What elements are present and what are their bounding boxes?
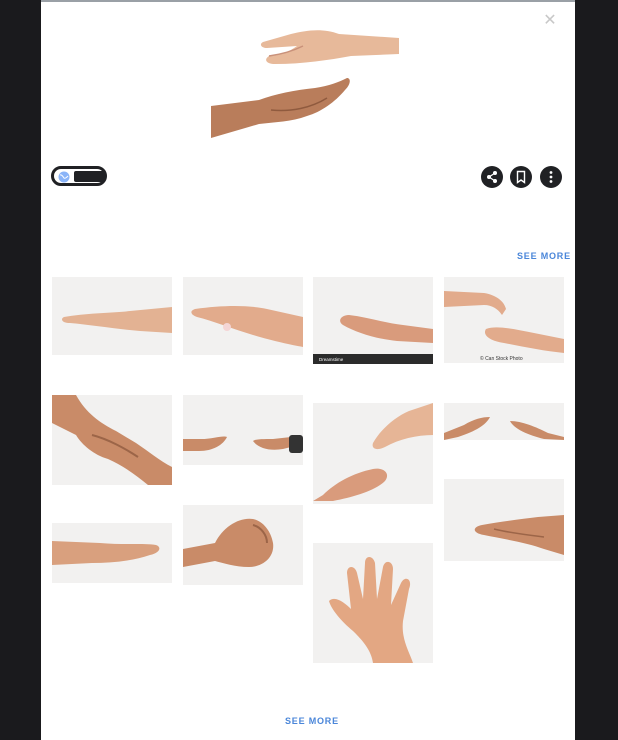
thumbnail[interactable] (52, 277, 172, 355)
close-icon[interactable]: ✕ (541, 12, 559, 30)
thumbnail[interactable] (183, 505, 303, 585)
more-options-button[interactable] (540, 166, 562, 188)
see-more-link-bottom[interactable]: SEE MORE (285, 716, 339, 726)
thumbnail-caption: © Can Stock Photo (480, 355, 523, 362)
thumbnail[interactable]: Dreamstime (313, 277, 433, 364)
thumbnail[interactable]: © Can Stock Photo (444, 277, 564, 363)
image-viewer-panel: ✕ SEE MORE Dreamstime © Can Stock Photo … (41, 0, 575, 740)
thumbnail[interactable] (444, 479, 564, 561)
globe-icon (58, 171, 70, 183)
thumbnail[interactable] (183, 277, 303, 355)
main-image[interactable] (211, 20, 401, 138)
source-label (74, 171, 104, 182)
more-vert-icon (549, 171, 553, 183)
thumbnail[interactable] (313, 543, 433, 663)
thumbnail[interactable] (444, 403, 564, 440)
thumbnail-caption: Dreamstime (319, 357, 344, 362)
top-border (41, 0, 575, 2)
thumbnail[interactable] (313, 403, 433, 504)
bottom-fade (41, 690, 575, 740)
bookmark-button[interactable] (510, 166, 532, 188)
thumbnail[interactable] (52, 395, 172, 485)
share-icon (487, 171, 497, 183)
source-chip[interactable] (51, 166, 107, 186)
share-button[interactable] (481, 166, 503, 188)
see-more-link-top[interactable]: SEE MORE (517, 251, 571, 261)
thumbnail[interactable] (183, 395, 303, 465)
bookmark-icon (516, 170, 526, 184)
thumbnail[interactable] (52, 523, 172, 583)
